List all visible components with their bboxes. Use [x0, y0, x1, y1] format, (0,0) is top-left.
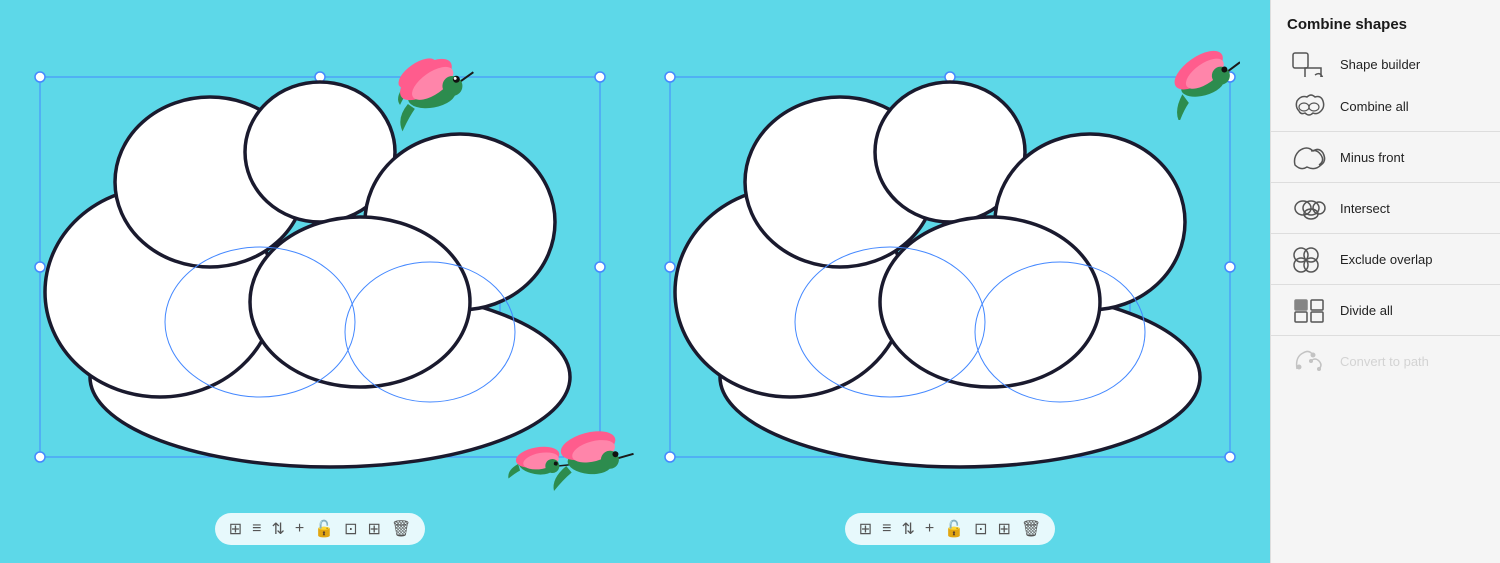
convert-to-path-icon [1290, 347, 1328, 375]
tb-group-btn[interactable]: ⊞ [368, 519, 381, 539]
left-canvas-content [10, 10, 630, 513]
divider-1 [1271, 131, 1500, 132]
exclude-overlap-icon [1290, 245, 1328, 273]
rtb-stack-btn[interactable]: ⇅ [901, 519, 914, 539]
rtb-copy-btn[interactable]: ⊡ [974, 519, 987, 539]
panel-item-shape-builder[interactable]: Shape builder [1271, 43, 1500, 85]
minus-front-label: Minus front [1340, 150, 1404, 165]
right-canvas-content [640, 10, 1260, 513]
panel-item-divide-all[interactable]: Divide all [1271, 289, 1500, 331]
tb-lock-btn[interactable]: 🔓 [314, 519, 334, 539]
tb-stack-btn[interactable]: ⇅ [271, 519, 284, 539]
tb-delete-btn[interactable]: 🗑 [391, 519, 411, 539]
panel-item-combine-all[interactable]: Combine all [1271, 85, 1500, 127]
minus-front-icon [1290, 143, 1328, 171]
divider-5 [1271, 335, 1500, 336]
tb-copy-btn[interactable]: ⊡ [344, 519, 357, 539]
intersect-icon [1290, 194, 1328, 222]
shape-builder-label: Shape builder [1340, 57, 1420, 72]
intersect-label: Intersect [1340, 201, 1390, 216]
tb-align-btn[interactable]: ≡ [252, 520, 261, 538]
left-canvas-panel: ⊞ ≡ ⇅ + 🔓 ⊡ ⊞ 🗑 [10, 10, 630, 553]
divide-all-label: Divide all [1340, 303, 1393, 318]
divide-all-icon [1290, 296, 1328, 324]
right-canvas-panel: ⊞ ≡ ⇅ + 🔓 ⊡ ⊞ 🗑 [640, 10, 1260, 553]
rtb-group-btn[interactable]: ⊞ [998, 519, 1011, 539]
right-canvas-svg [640, 22, 1260, 502]
right-panel: Combine shapes Shape builder Combine all [1270, 0, 1500, 563]
convert-to-path-label: Convert to path [1340, 354, 1429, 369]
panel-item-convert-to-path: Convert to path [1271, 340, 1500, 382]
left-canvas-svg [10, 22, 630, 502]
tb-grid-btn[interactable]: ⊞ [229, 519, 242, 539]
rtb-align-btn[interactable]: ≡ [882, 520, 891, 538]
rtb-lock-btn[interactable]: 🔓 [944, 519, 964, 539]
panel-item-exclude-overlap[interactable]: Exclude overlap [1271, 238, 1500, 280]
divider-3 [1271, 233, 1500, 234]
canvas-area: ⊞ ≡ ⇅ + 🔓 ⊡ ⊞ 🗑 [0, 0, 1270, 563]
tb-add-btn[interactable]: + [295, 520, 304, 538]
divider-2 [1271, 182, 1500, 183]
panel-item-minus-front[interactable]: Minus front [1271, 136, 1500, 178]
exclude-overlap-label: Exclude overlap [1340, 252, 1433, 267]
rtb-add-btn[interactable]: + [925, 520, 934, 538]
combine-all-icon [1290, 92, 1328, 120]
rtb-delete-btn[interactable]: 🗑 [1021, 519, 1041, 539]
shape-builder-icon [1290, 50, 1328, 78]
panel-item-intersect[interactable]: Intersect [1271, 187, 1500, 229]
left-toolbar-bottom: ⊞ ≡ ⇅ + 🔓 ⊡ ⊞ 🗑 [215, 513, 426, 545]
combine-all-label: Combine all [1340, 99, 1409, 114]
rtb-grid-btn[interactable]: ⊞ [859, 519, 872, 539]
panel-title: Combine shapes [1271, 10, 1500, 43]
divider-4 [1271, 284, 1500, 285]
right-toolbar-bottom: ⊞ ≡ ⇅ + 🔓 ⊡ ⊞ 🗑 [845, 513, 1056, 545]
